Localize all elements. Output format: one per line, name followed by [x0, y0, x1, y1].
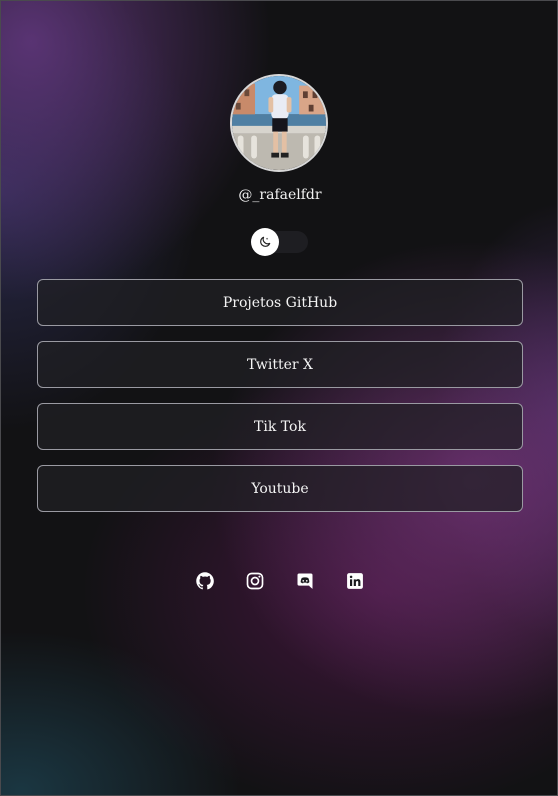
toggle-knob[interactable] [251, 228, 279, 256]
github-icon[interactable] [195, 571, 215, 591]
page: @_rafaelfdr Projetos GitHub Twitter X Ti… [0, 0, 558, 796]
avatar-photo [232, 76, 326, 170]
linkedin-icon[interactable] [345, 571, 365, 591]
moon-icon [260, 236, 271, 247]
link-button-tiktok[interactable]: Tik Tok [37, 403, 523, 450]
link-button-youtube[interactable]: Youtube [37, 465, 523, 512]
discord-icon[interactable] [295, 571, 315, 591]
avatar [230, 74, 328, 172]
username: @_rafaelfdr [238, 187, 322, 203]
social-links [1, 571, 557, 591]
link-button-twitter[interactable]: Twitter X [37, 341, 523, 388]
theme-toggle[interactable] [251, 228, 308, 256]
link-button-github-projects[interactable]: Projetos GitHub [37, 279, 523, 326]
instagram-icon[interactable] [245, 571, 265, 591]
link-list: Projetos GitHub Twitter X Tik Tok Youtub… [37, 279, 523, 527]
